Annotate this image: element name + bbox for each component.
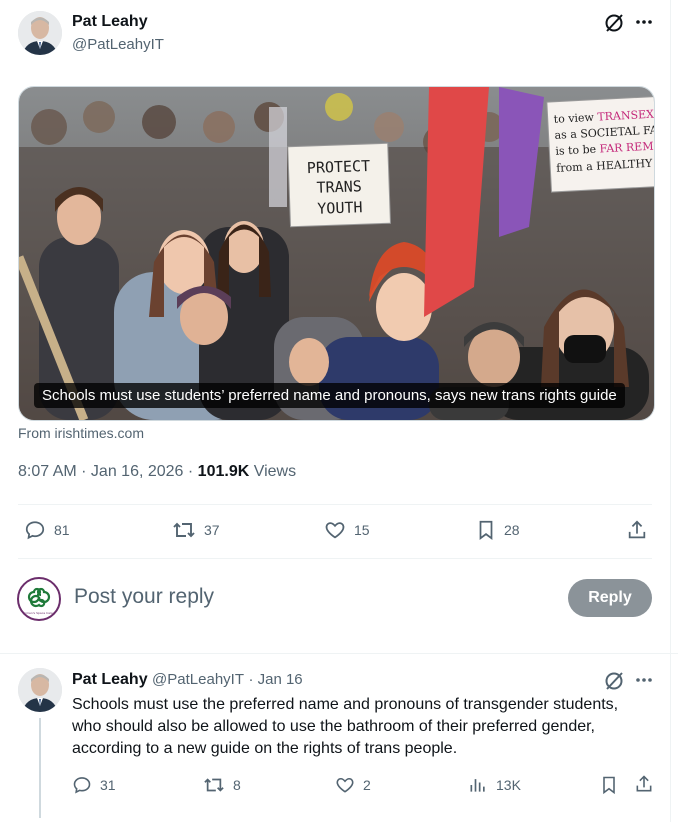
reply-button[interactable]: Reply [568, 579, 652, 617]
share-icon[interactable] [626, 519, 648, 541]
reply-header: Pat Leahy @PatLeahyIT · Jan 16 [72, 671, 303, 689]
bookmark-action[interactable]: 28 [476, 519, 520, 541]
bookmark-icon [479, 520, 493, 540]
views-label: Views [249, 463, 297, 480]
person-avatar-icon [18, 11, 62, 55]
link-card-caption: Schools must use students’ preferred nam… [34, 383, 625, 408]
reply-action[interactable]: 81 [24, 519, 70, 541]
thread-line [39, 718, 41, 818]
divider [18, 504, 652, 505]
reply-count: 31 [100, 777, 116, 793]
like-count: 15 [354, 522, 370, 538]
views-count: 13K [496, 777, 521, 793]
repost-count: 8 [233, 777, 241, 793]
user-avatar[interactable]: Women's Space Ireland [17, 577, 61, 621]
divider [18, 558, 652, 559]
author-handle[interactable]: @PatLeahyIT [72, 36, 164, 53]
reply-date[interactable]: · Jan 16 [248, 671, 302, 688]
reply-text: Schools must use the preferred name and … [72, 696, 619, 757]
reply-action[interactable]: 31 [72, 775, 116, 795]
repost-count: 37 [204, 522, 220, 538]
protest-photo: PROTECT TRANS YOUTH to view TRANSEXUAL a… [19, 87, 654, 420]
grok-icon[interactable] [603, 670, 625, 692]
person-avatar-icon [18, 668, 62, 712]
right-border [670, 0, 671, 822]
more-options-icon[interactable] [634, 670, 654, 690]
bookmark-count: 28 [504, 522, 520, 538]
reply-input[interactable]: Post your reply [74, 585, 214, 609]
like-count: 2 [363, 777, 371, 793]
triskele-logo-icon: Women's Space Ireland [20, 580, 58, 618]
tweet-timestamp-row: 8:07 AM · Jan 16, 2026 · 101.9K Views [18, 463, 296, 481]
views-action[interactable]: 13K [468, 775, 521, 795]
like-action[interactable]: 2 [335, 775, 371, 795]
heart-icon [325, 522, 345, 539]
repost-action[interactable]: 37 [172, 519, 220, 541]
more-options-icon[interactable] [634, 12, 654, 32]
reply-icon [25, 521, 45, 540]
link-card-source[interactable]: From irishtimes.com [18, 425, 144, 441]
repost-icon [204, 778, 224, 792]
grok-icon[interactable] [603, 12, 625, 34]
tweet-timestamp[interactable]: 8:07 AM · Jan 16, 2026 · [18, 463, 198, 480]
bookmark-icon[interactable] [600, 775, 620, 795]
author-avatar[interactable] [18, 11, 62, 55]
reply-count: 81 [54, 522, 70, 538]
reply-author-name[interactable]: Pat Leahy [72, 671, 148, 688]
svg-text:YOUTH: YOUTH [317, 198, 363, 218]
share-icon[interactable] [634, 774, 654, 794]
analytics-icon [470, 779, 485, 792]
reply-author-avatar[interactable] [18, 668, 62, 712]
svg-text:PROTECT: PROTECT [307, 157, 371, 177]
svg-text:Women's Space Ireland: Women's Space Ireland [21, 611, 56, 615]
repost-action[interactable]: 8 [203, 775, 241, 795]
repost-icon [173, 522, 195, 538]
link-card[interactable]: PROTECT TRANS YOUTH to view TRANSEXUAL a… [18, 86, 655, 421]
like-action[interactable]: 15 [324, 519, 370, 541]
section-divider [0, 653, 678, 654]
heart-icon [336, 777, 354, 793]
reply-author-handle[interactable]: @PatLeahyIT [152, 671, 244, 688]
author-name[interactable]: Pat Leahy [72, 13, 148, 31]
reply-icon [73, 777, 91, 794]
svg-text:TRANS: TRANS [316, 177, 362, 197]
views-count: 101.9K [197, 463, 250, 480]
